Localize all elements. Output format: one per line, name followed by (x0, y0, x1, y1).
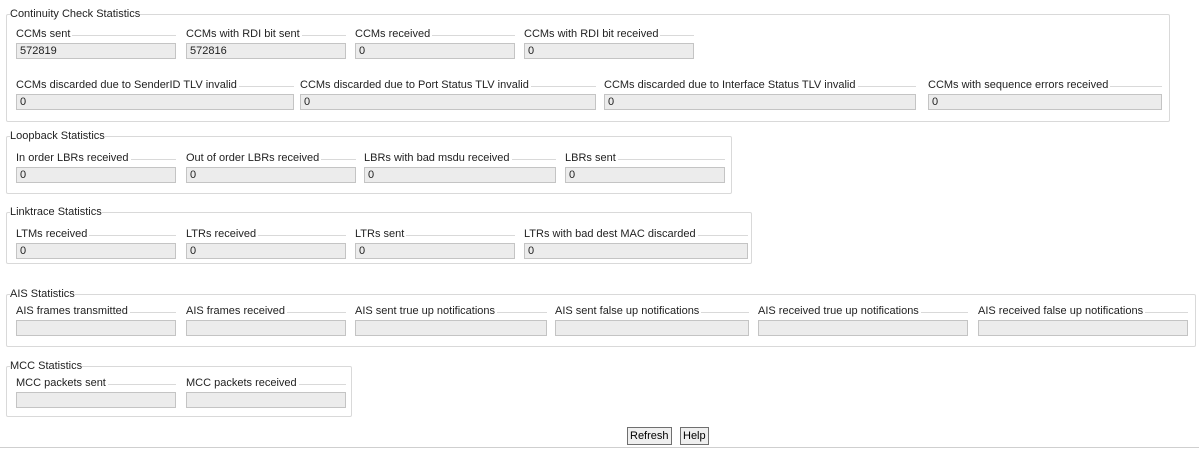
lbr-out-of-order-value[interactable]: 0 (186, 167, 356, 183)
lbr-out-of-order-label: Out of order LBRs received (186, 152, 322, 164)
ais-received-true-up-value[interactable] (758, 320, 968, 336)
ccms-portstatus-discard-value[interactable]: 0 (300, 94, 596, 110)
footer-divider (0, 447, 1199, 448)
ltr-sent-value[interactable]: 0 (355, 243, 515, 259)
lbr-bad-msdu-value[interactable]: 0 (364, 167, 556, 183)
ltm-received-label: LTMs received (16, 228, 90, 240)
ccms-rdi-received-label: CCMs with RDI bit received (524, 28, 661, 40)
ccms-rdi-sent-value[interactable]: 572816 (186, 43, 346, 59)
ais-sent-false-up-value[interactable] (555, 320, 749, 336)
ais-sent-true-up-value[interactable] (355, 320, 547, 336)
lbr-sent-label: LBRs sent (565, 152, 618, 164)
ccms-ifstatus-discard-value[interactable]: 0 (604, 94, 916, 110)
linktrace-title: Linktrace Statistics (10, 206, 102, 218)
mcc-packets-received-label: MCC packets received (186, 377, 299, 389)
help-button[interactable]: Help (680, 427, 709, 445)
ais-received-true-up-label: AIS received true up notifications (758, 305, 921, 317)
ltr-received-label: LTRs received (186, 228, 259, 240)
ccms-seq-errors-value[interactable]: 0 (928, 94, 1162, 110)
ais-frames-rx-value[interactable] (186, 320, 346, 336)
ccms-received-value[interactable]: 0 (355, 43, 515, 59)
ccms-seq-errors-label: CCMs with sequence errors received (928, 79, 1111, 91)
ccms-senderid-discard-label: CCMs discarded due to SenderID TLV inval… (16, 79, 239, 91)
ais-sent-false-up-label: AIS sent false up notifications (555, 305, 702, 317)
ccms-rdi-received-value[interactable]: 0 (524, 43, 694, 59)
continuity-check-title: Continuity Check Statistics (10, 8, 141, 20)
ltm-received-value[interactable]: 0 (16, 243, 176, 259)
ccms-ifstatus-discard-label: CCMs discarded due to Interface Status T… (604, 79, 858, 91)
lbr-sent-value[interactable]: 0 (565, 167, 725, 183)
ccms-received-label: CCMs received (355, 28, 433, 40)
ccms-sent-value[interactable]: 572819 (16, 43, 176, 59)
lbr-in-order-label: In order LBRs received (16, 152, 131, 164)
mcc-title: MCC Statistics (10, 360, 83, 372)
ltr-sent-label: LTRs sent (355, 228, 407, 240)
ais-received-false-up-value[interactable] (978, 320, 1188, 336)
ltr-bad-dest-mac-label: LTRs with bad dest MAC discarded (524, 228, 698, 240)
mcc-packets-received-value[interactable] (186, 392, 346, 408)
ccms-rdi-sent-label: CCMs with RDI bit sent (186, 28, 302, 40)
loopback-group (6, 136, 732, 194)
ais-frames-rx-label: AIS frames received (186, 305, 288, 317)
mcc-packets-sent-label: MCC packets sent (16, 377, 108, 389)
refresh-button[interactable]: Refresh (627, 427, 672, 445)
ais-received-false-up-label: AIS received false up notifications (978, 305, 1146, 317)
lbr-bad-msdu-label: LBRs with bad msdu received (364, 152, 512, 164)
ccms-sent-label: CCMs sent (16, 28, 73, 40)
loopback-title: Loopback Statistics (10, 130, 105, 142)
ltr-received-value[interactable]: 0 (186, 243, 346, 259)
ccms-portstatus-discard-label: CCMs discarded due to Port Status TLV in… (300, 79, 531, 91)
ais-sent-true-up-label: AIS sent true up notifications (355, 305, 498, 317)
ais-frames-tx-label: AIS frames transmitted (16, 305, 130, 317)
ccms-senderid-discard-value[interactable]: 0 (16, 94, 294, 110)
ais-title: AIS Statistics (10, 288, 75, 300)
ais-frames-tx-value[interactable] (16, 320, 176, 336)
lbr-in-order-value[interactable]: 0 (16, 167, 176, 183)
ltr-bad-dest-mac-value[interactable]: 0 (524, 243, 748, 259)
mcc-packets-sent-value[interactable] (16, 392, 176, 408)
